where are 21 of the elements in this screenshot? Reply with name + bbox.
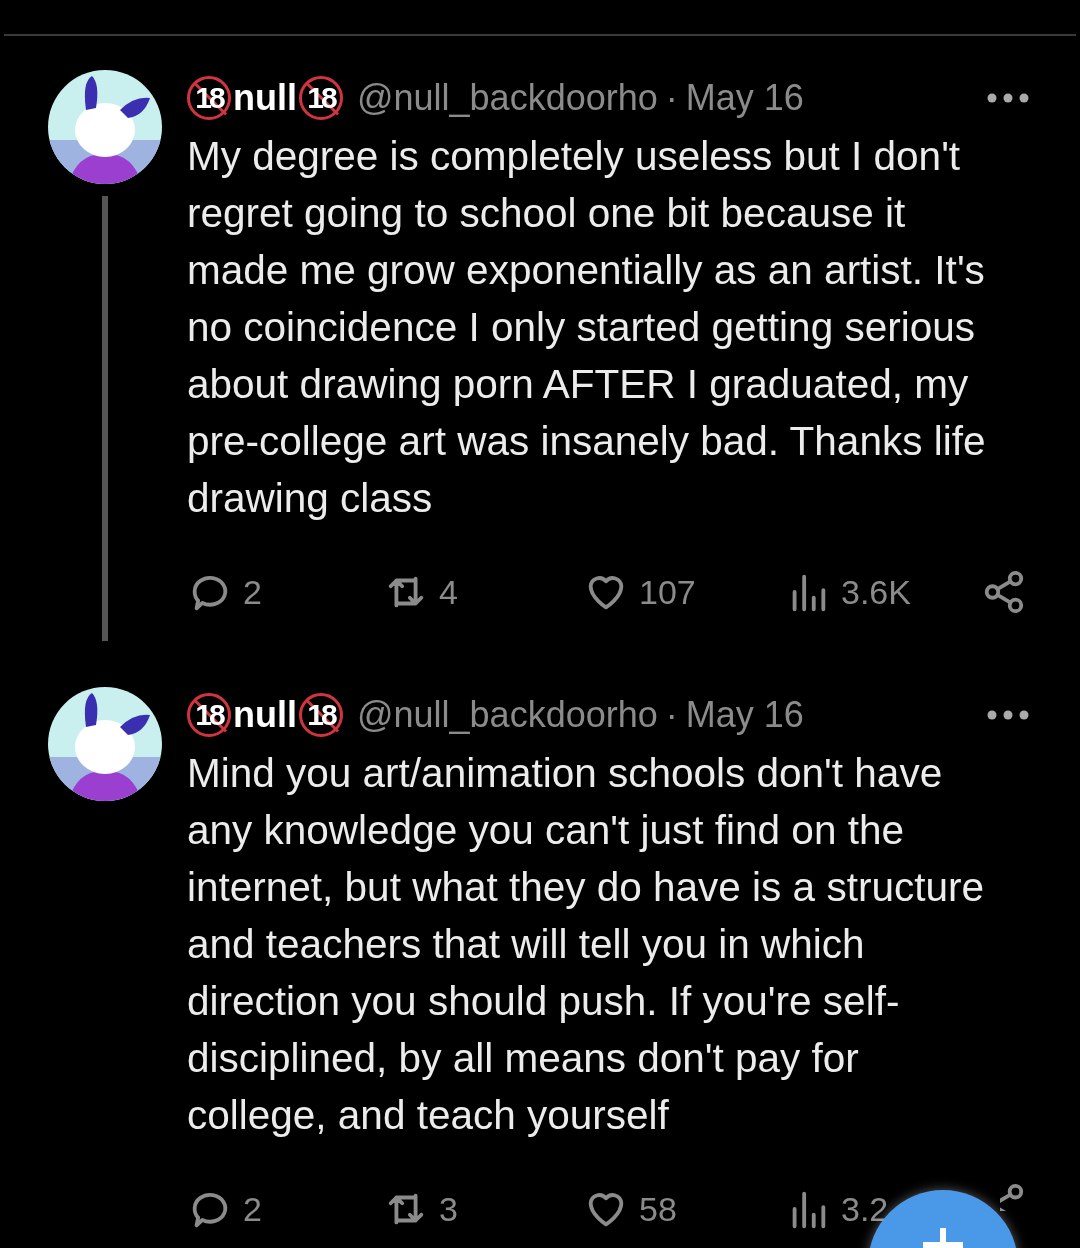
- like-count: 58: [639, 1188, 677, 1230]
- reply-count: 2: [243, 1188, 262, 1230]
- reply-count: 2: [243, 571, 262, 613]
- more-options-icon[interactable]: [986, 92, 1030, 104]
- post-date: May 16: [685, 693, 804, 737]
- user-handle[interactable]: @null_backdoorho: [357, 71, 658, 125]
- like-count: 107: [639, 571, 696, 613]
- separator-dot: ·: [665, 693, 678, 737]
- display-name[interactable]: null: [233, 71, 297, 125]
- view-count: 3.6K: [841, 571, 911, 613]
- more-options-icon[interactable]: [986, 709, 1030, 721]
- post-date: May 16: [685, 76, 804, 120]
- view-count: 3.2: [841, 1188, 889, 1230]
- separator-dot: ·: [665, 76, 678, 120]
- post-text: My degree is completely useless but I don't regret going to school one bit because it made me grow exponentially as an artist. It's no coincidence I only started getting serious about drawing porn AFTER I graduated, my pre-college art was insanely bad. Thanks life drawing class: [187, 132, 987, 523]
- repost-count: 4: [439, 571, 458, 613]
- plus-icon: [923, 1228, 963, 1248]
- user-handle[interactable]: @null_backdoorho: [357, 688, 658, 742]
- display-name[interactable]: null: [233, 688, 297, 742]
- repost-count: 3: [439, 1188, 458, 1230]
- post-text: Mind you art/animation schools don't have any knowledge you can't just find on the internet, but what they do have is a structure and teachers that will tell you in which direction you should push. If you're self-disciplined, by all means don't pay for college, and teach yourself: [187, 749, 985, 1140]
